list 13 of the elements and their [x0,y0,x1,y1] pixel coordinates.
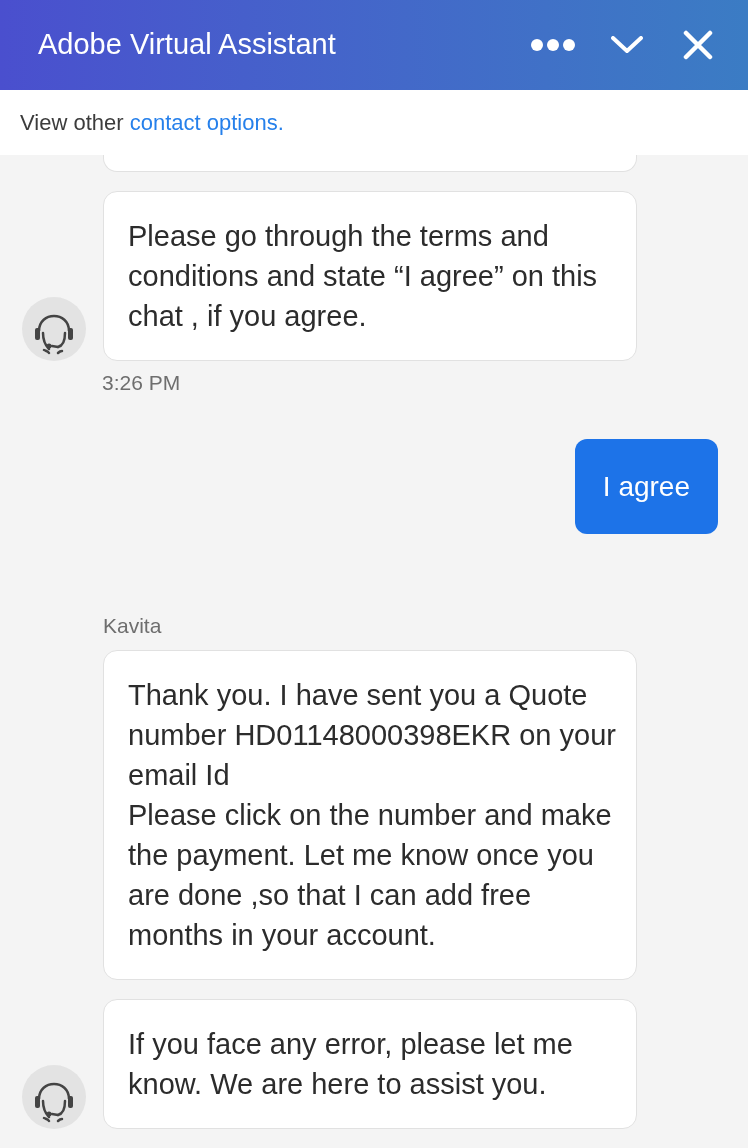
contact-options-link[interactable]: contact options. [129,110,284,135]
message-bubble: Thank you. I have sent you a Quote number HD01148000398EKR on your email Id Please click on the number and make the payment. Let me know once you are done ,so that I can add free months in your account. [103,650,637,980]
message-bubble: If you face any error, please let me know. We are here to assist you. [103,999,637,1129]
window-title: Adobe Virtual Assistant [38,27,337,63]
notice-text: View other contact options. [20,109,284,137]
more-icon [531,39,575,51]
close-button[interactable] [682,29,714,61]
close-icon [683,30,713,60]
user-message-bubble: I agree [574,438,718,534]
chevron-down-icon [611,36,643,54]
sender-name: Kavita [103,613,162,637]
message-bubble: Please go through the terms and conditions and state “I agree” on this chat , if you agree. [103,191,637,361]
message-timestamp: 3:26 PM [102,371,181,394]
